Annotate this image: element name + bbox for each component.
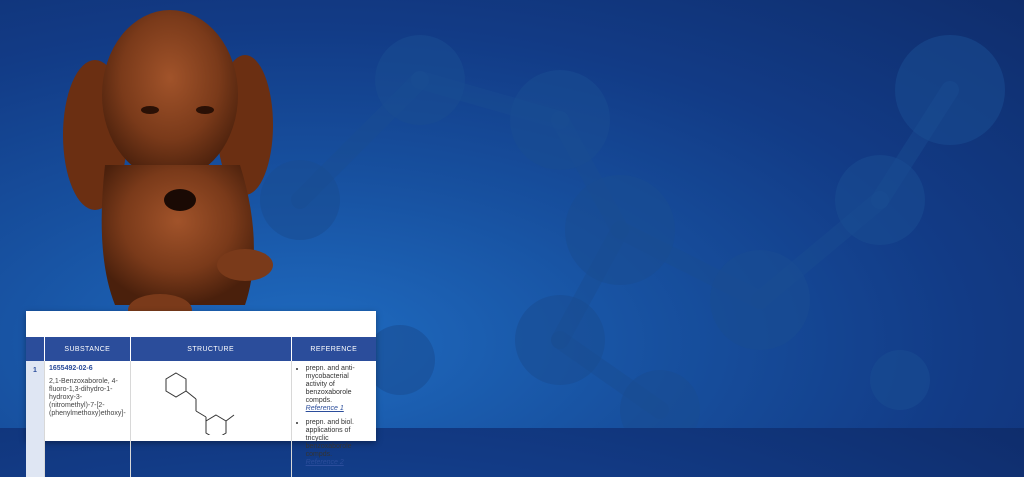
header-index	[26, 337, 45, 361]
header-structure: STRUCTURE	[129, 337, 292, 361]
substance-table: SUBSTANCE STRUCTURE REFERENCE 1 1655492-…	[26, 337, 376, 477]
reference-list: prepn. and anti-mycobacterial activity o…	[296, 365, 372, 467]
row-index: 1	[26, 361, 45, 477]
reference-item: prepn. and biol. applications of tricycl…	[306, 419, 372, 467]
header-reference: REFERENCE	[290, 337, 376, 361]
reference-link-2[interactable]: Reference 2	[306, 459, 372, 467]
dog-image	[63, 10, 273, 326]
substance-name: 2,1-Benzoxaborole, 4-fluoro-1,3-dihydro-…	[49, 378, 126, 417]
reference-text: prepn. and anti-mycobacterial activity o…	[305, 365, 355, 404]
card-top	[26, 311, 376, 337]
reference-text: prepn. and biol. applications of tricycl…	[305, 419, 354, 458]
substance-table-card: SUBSTANCE STRUCTURE REFERENCE 1 1655492-…	[26, 311, 376, 477]
reference-cell: prepn. and anti-mycobacterial activity o…	[290, 361, 376, 477]
chemical-structure-icon[interactable]	[135, 365, 287, 440]
table-header-row: SUBSTANCE STRUCTURE REFERENCE	[26, 337, 376, 361]
header-substance: SUBSTANCE	[44, 337, 131, 361]
cas-number-link[interactable]: 1655492-02-6	[49, 365, 126, 372]
structure-cell	[129, 361, 292, 477]
substance-cell: 1655492-02-6 2,1-Benzoxaborole, 4-fluoro…	[44, 361, 131, 477]
reference-item: prepn. and anti-mycobacterial activity o…	[306, 365, 372, 413]
reference-link-1[interactable]: Reference 1	[306, 405, 372, 413]
table-row: 1 1655492-02-6 2,1-Benzoxaborole, 4-fluo…	[26, 361, 376, 477]
